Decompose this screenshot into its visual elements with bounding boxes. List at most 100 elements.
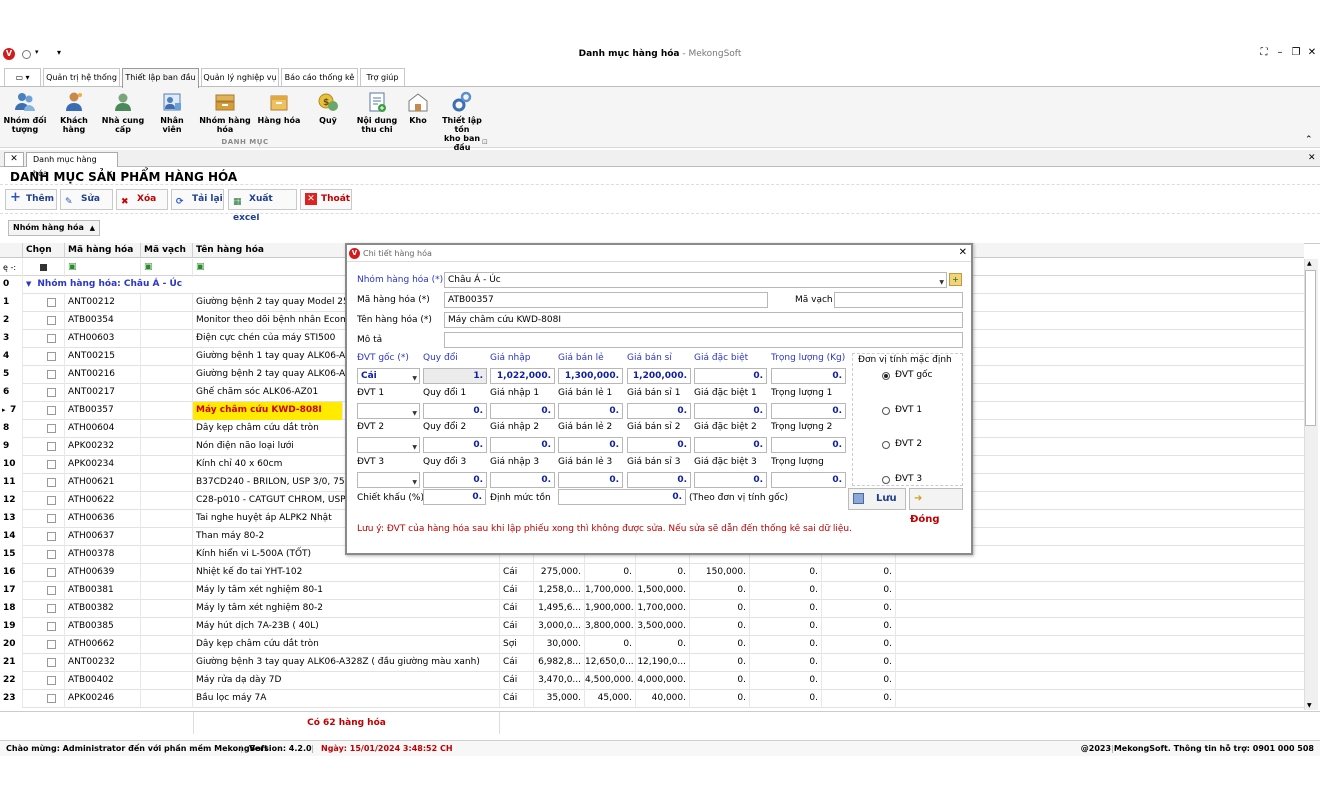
cell-chon[interactable] <box>23 492 65 510</box>
unit-2-value-4[interactable]: 0. <box>694 437 767 453</box>
circle-icon[interactable] <box>22 50 31 59</box>
ten-input[interactable]: Máy châm cứu KWD-808I <box>444 312 963 328</box>
unit-0-select[interactable]: Cái ▼ <box>357 368 420 384</box>
unit-1-value-1[interactable]: 0. <box>490 402 555 419</box>
cell-chon[interactable] <box>23 330 65 348</box>
close-window-icon[interactable]: ✕ <box>1305 47 1319 58</box>
row-checkbox[interactable] <box>47 496 56 505</box>
unit-2-value-0[interactable]: 0. <box>423 437 487 453</box>
row-checkbox[interactable] <box>47 568 56 577</box>
tab-danh-muc-hang-hoa[interactable]: Danh mục hàng hóa ✕ <box>26 152 118 178</box>
unit-1-value-4[interactable]: 0. <box>694 402 767 419</box>
unit-1-select[interactable]: ▼ <box>357 402 420 419</box>
collapse-triangle-icon[interactable]: ▼ <box>26 280 31 288</box>
cell-chon[interactable] <box>23 474 65 492</box>
table-row[interactable]: 21 ANT00232 Giường bệnh 3 tay quay ALK06-A… <box>0 654 1304 672</box>
row-checkbox[interactable] <box>47 622 56 631</box>
ribbon-hang-hoa[interactable]: Hàng hóa <box>256 91 302 125</box>
unit-2-value-3[interactable]: 0. <box>627 437 691 453</box>
row-checkbox[interactable] <box>47 586 56 595</box>
row-checkbox[interactable] <box>47 442 56 451</box>
unit-3-value-1[interactable]: 0. <box>490 471 555 488</box>
tab-quan-tri[interactable]: Quản trị hệ thống <box>43 68 120 87</box>
cell-chon[interactable] <box>23 348 65 366</box>
cell-chon[interactable] <box>23 438 65 456</box>
scroll-up-icon[interactable]: ▲ <box>1307 260 1312 267</box>
row-checkbox[interactable] <box>47 370 56 379</box>
table-row[interactable]: 22 ATB00402 Máy rửa dạ dày 7D Cái 3,470,0...… <box>0 672 1304 690</box>
ribbon-noi-dung-thu-chi[interactable]: Nội dung thu chi <box>354 91 400 134</box>
cell-chon[interactable] <box>23 510 65 528</box>
cell-chon[interactable] <box>23 528 65 546</box>
table-row[interactable]: 19 ATB00385 Máy hút dịch 7A-23B ( 40L) Cái 3… <box>0 618 1304 636</box>
cell-chon[interactable] <box>23 690 65 708</box>
tab-thiet-lap[interactable]: Thiết lập ban đầu <box>122 68 199 88</box>
table-row[interactable]: 16 ATH00639 Nhiệt kế đo tai YHT-102 Cái 275,… <box>0 564 1304 582</box>
tab-quan-ly[interactable]: Quản lý nghiệp vụ <box>201 68 279 87</box>
add-button[interactable]: + Thêm <box>5 189 57 210</box>
dialog-close-icon[interactable]: ✕ <box>959 247 967 258</box>
unit-2-value-1[interactable]: 0. <box>490 437 555 453</box>
cell-chon[interactable] <box>23 564 65 582</box>
nhom-select[interactable]: Châu Á - Úc ▼ <box>444 272 947 288</box>
dropdown-arrow-icon[interactable]: ▾ <box>35 48 39 56</box>
row-checkbox[interactable] <box>47 388 56 397</box>
tab-bao-cao[interactable]: Báo cáo thống kê <box>281 68 358 87</box>
table-row[interactable]: 18 ATB00382 Máy ly tâm xét nghiệm 80-2 Cái 1… <box>0 600 1304 618</box>
unit-3-value-5[interactable]: 0. <box>771 471 846 488</box>
dinhmuc-input[interactable]: 0. <box>558 489 686 505</box>
close-document-icon[interactable]: ✕ <box>1308 153 1316 163</box>
fullscreen-icon[interactable]: ⛶ <box>1257 47 1271 58</box>
cell-chon[interactable] <box>23 420 65 438</box>
mota-input[interactable] <box>444 332 963 348</box>
unit-3-select[interactable]: ▼ <box>357 471 420 488</box>
unit-3-value-3[interactable]: 0. <box>627 471 691 488</box>
group-by-chip[interactable]: Nhóm hàng hóa ▲ <box>8 220 100 236</box>
save-button[interactable]: Lưu <box>848 488 906 510</box>
ribbon-nhom-doi-tuong[interactable]: Nhóm đối tượng <box>3 91 47 134</box>
select-all-checkbox[interactable] <box>40 264 47 271</box>
cell-chon[interactable] <box>23 366 65 384</box>
row-checkbox[interactable] <box>47 694 56 703</box>
cell-chon[interactable] <box>23 636 65 654</box>
cell-chon[interactable] <box>23 600 65 618</box>
tab-tro-giup[interactable]: Trợ giúp <box>360 68 405 87</box>
unit-3-value-2[interactable]: 0. <box>558 471 623 488</box>
add-group-icon[interactable]: + <box>949 273 962 286</box>
row-checkbox[interactable] <box>47 640 56 649</box>
row-checkbox[interactable] <box>47 298 56 307</box>
filter-mavach[interactable]: ▣ <box>141 259 193 277</box>
unit-0-value-1[interactable]: 1,022,000. <box>490 368 555 384</box>
ribbon-quy[interactable]: $ Quỹ <box>308 91 348 125</box>
unit-0-value-5[interactable]: 0. <box>771 368 846 384</box>
unit-0-value-4[interactable]: 0. <box>694 368 767 384</box>
row-checkbox[interactable] <box>47 424 56 433</box>
ribbon-app-menu[interactable]: ▭ ▾ <box>4 68 41 87</box>
table-row[interactable]: 17 ATB00381 Máy ly tâm xét nghiệm 80-1 Cái 1… <box>0 582 1304 600</box>
cell-chon[interactable] <box>23 582 65 600</box>
unit-1-value-0[interactable]: 0. <box>423 402 487 419</box>
unit-1-value-3[interactable]: 0. <box>627 402 691 419</box>
table-row[interactable]: 20 ATH00662 Dây kẹp châm cứu dắt tròn Sợi 30… <box>0 636 1304 654</box>
quick-access-menu-icon[interactable]: ▾ <box>57 48 61 57</box>
row-checkbox[interactable] <box>47 334 56 343</box>
cell-chon[interactable] <box>23 672 65 690</box>
unit-0-value-2[interactable]: 1,300,000. <box>558 368 623 384</box>
row-checkbox[interactable] <box>47 316 56 325</box>
unit-0-value-0[interactable]: 1. <box>423 368 487 384</box>
row-checkbox[interactable] <box>47 406 56 415</box>
app-logo-icon[interactable]: V <box>3 48 15 60</box>
unit-2-select[interactable]: ▼ <box>357 437 420 453</box>
delete-button[interactable]: ✖ Xóa <box>116 189 168 210</box>
row-checkbox[interactable] <box>47 478 56 487</box>
reload-button[interactable]: ⟳ Tải lại <box>171 189 224 210</box>
cell-chon[interactable] <box>23 312 65 330</box>
scroll-down-icon[interactable]: ▼ <box>1307 702 1312 709</box>
export-excel-button[interactable]: ▦ Xuất excel <box>228 189 297 223</box>
row-checkbox[interactable] <box>47 676 56 685</box>
exit-button[interactable]: ✕ Thoát <box>300 189 352 210</box>
ribbon-khach-hang[interactable]: Khách hàng <box>52 91 96 134</box>
group-expand-icon[interactable]: ⊡ <box>482 138 488 146</box>
cell-chon[interactable] <box>23 618 65 636</box>
unit-1-value-2[interactable]: 0. <box>558 402 623 419</box>
